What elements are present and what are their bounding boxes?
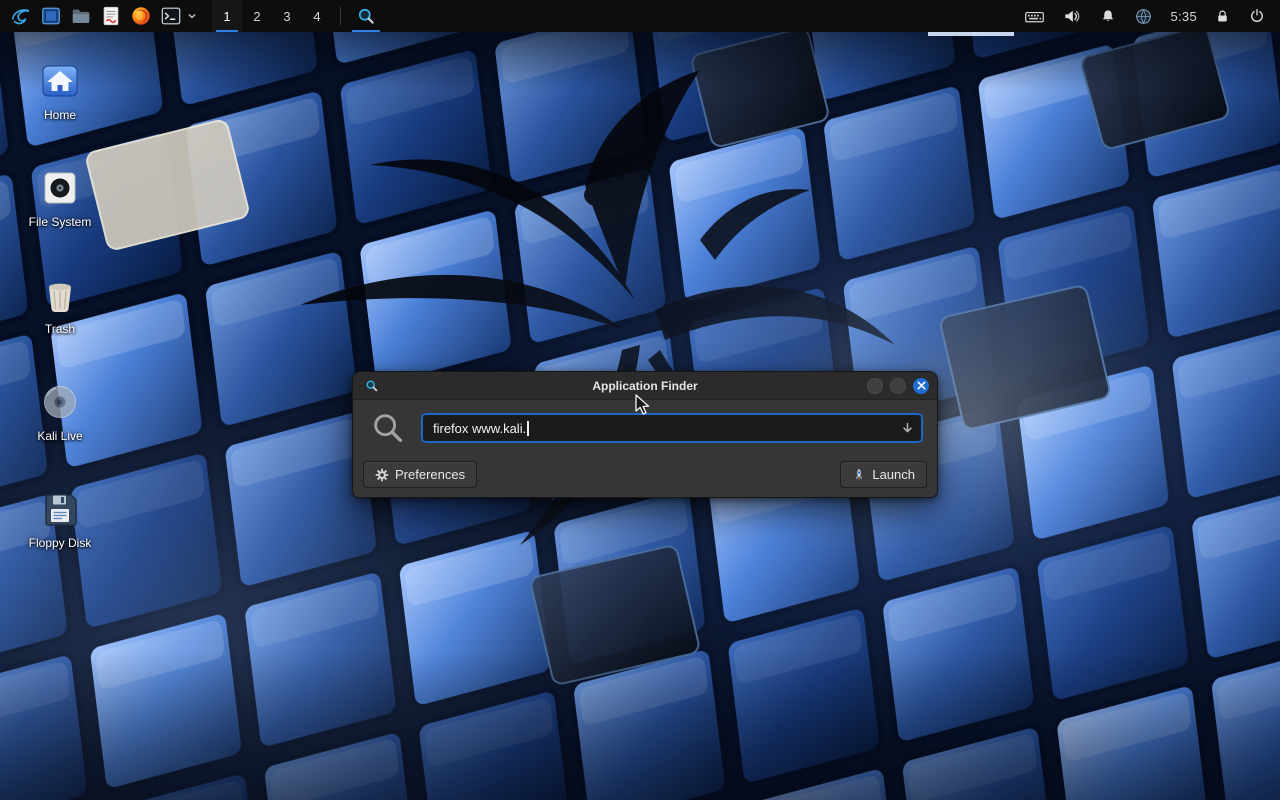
launcher-firefox[interactable]: [126, 1, 156, 31]
notifications-bell-icon[interactable]: [1099, 7, 1117, 25]
clock[interactable]: 5:35: [1170, 9, 1197, 24]
top-panel: 1 2 3 4 5:35: [0, 0, 1280, 32]
dialog-title: Application Finder: [353, 379, 937, 393]
desktop-icon-label: Home: [12, 108, 108, 122]
kali-logo-icon: [10, 5, 32, 27]
gear-icon: [375, 468, 389, 482]
folder-icon: [70, 5, 92, 27]
desktop-icon-kali-live[interactable]: Kali Live: [12, 376, 108, 443]
floppy-disk-icon: [38, 487, 82, 531]
launcher-file-manager[interactable]: [36, 1, 66, 31]
search-input[interactable]: firefox www.kali.: [421, 413, 923, 443]
launch-rocket-icon: [852, 468, 866, 482]
application-finder-task-icon: [356, 6, 376, 26]
system-tray: 5:35: [1024, 6, 1274, 27]
application-finder-icon: [365, 379, 379, 393]
launcher-folder[interactable]: [66, 1, 96, 31]
optical-disc-icon: [38, 380, 82, 424]
network-globe-icon[interactable]: [1134, 7, 1153, 26]
keyboard-icon[interactable]: [1024, 6, 1045, 27]
workspace-1[interactable]: 1: [212, 0, 242, 32]
desktop-icon-label: File System: [12, 215, 108, 229]
desktop-icon-trash[interactable]: Trash: [12, 269, 108, 336]
workspace-3[interactable]: 3: [272, 0, 302, 32]
desktop-icon-label: Kali Live: [12, 429, 108, 443]
panel-separator: [340, 7, 341, 25]
desktop-icon-label: Floppy Disk: [12, 536, 108, 550]
search-input-value: firefox www.kali.: [433, 421, 526, 436]
task-application-finder[interactable]: [349, 0, 383, 32]
trash-icon: [38, 273, 82, 317]
launcher-terminal[interactable]: [156, 1, 186, 31]
desktop-icon-label: Trash: [12, 322, 108, 336]
power-logout-icon[interactable]: [1248, 7, 1266, 25]
search-icon: [369, 409, 407, 447]
minimize-button[interactable]: [867, 378, 883, 394]
kali-menu-button[interactable]: [6, 1, 36, 31]
lock-screen-icon[interactable]: [1214, 8, 1231, 25]
launch-button[interactable]: Launch: [840, 461, 927, 488]
hard-drive-icon: [38, 166, 82, 210]
home-icon: [38, 59, 82, 103]
application-finder-window: Application Finder firefox www.kali. Pre…: [352, 371, 938, 498]
preferences-button[interactable]: Preferences: [363, 461, 477, 488]
mouse-cursor: [634, 394, 654, 416]
launcher-text-editor[interactable]: [96, 1, 126, 31]
chevron-down-icon[interactable]: [186, 1, 198, 31]
workspace-switcher: 1 2 3 4: [212, 0, 332, 32]
preferences-label: Preferences: [395, 467, 465, 482]
text-caret: [527, 421, 529, 436]
volume-icon[interactable]: [1062, 6, 1082, 26]
close-button[interactable]: [913, 378, 929, 394]
history-dropdown-icon[interactable]: [901, 415, 914, 441]
launch-label: Launch: [872, 467, 915, 482]
desktop-icon-file-system[interactable]: File System: [12, 162, 108, 229]
desktop-icon-home[interactable]: Home: [12, 55, 108, 122]
maximize-button[interactable]: [890, 378, 906, 394]
desktop-icon-floppy-disk[interactable]: Floppy Disk: [12, 483, 108, 550]
window-controls: [867, 378, 929, 394]
file-manager-icon: [40, 5, 62, 27]
workspace-4[interactable]: 4: [302, 0, 332, 32]
terminal-icon: [160, 5, 182, 27]
text-editor-icon: [100, 5, 122, 27]
workspace-2[interactable]: 2: [242, 0, 272, 32]
firefox-icon: [130, 5, 152, 27]
close-icon: [917, 381, 926, 390]
